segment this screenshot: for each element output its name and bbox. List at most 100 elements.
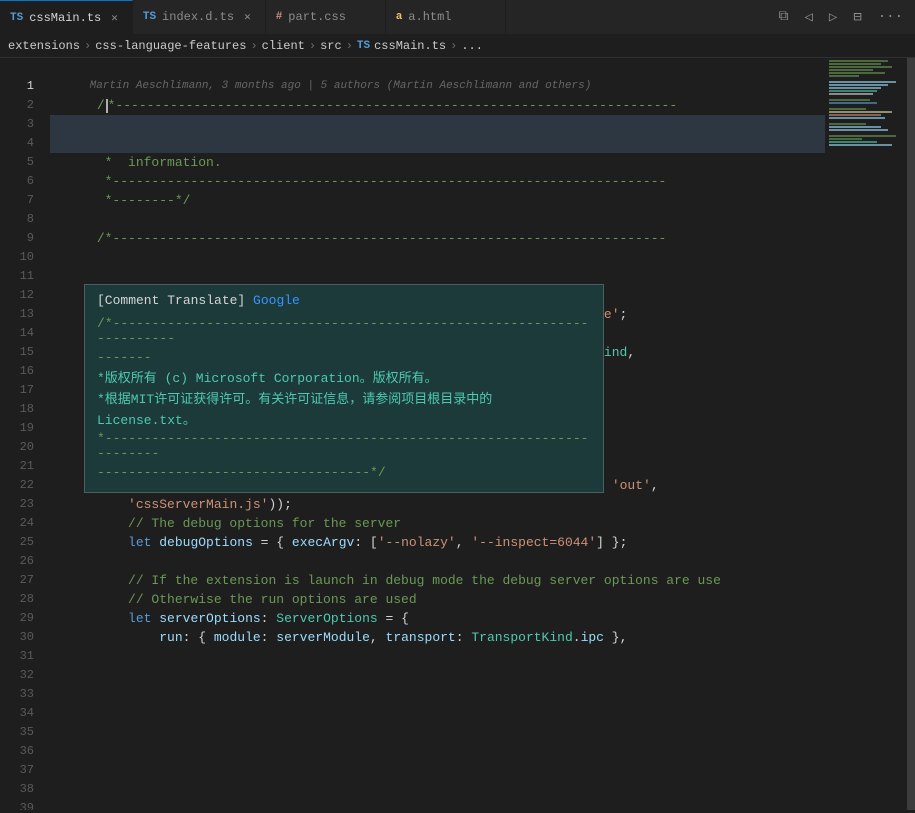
minimap-content — [825, 58, 907, 810]
breadcrumb-src[interactable]: src — [320, 39, 342, 53]
breadcrumb-client[interactable]: client — [262, 39, 305, 53]
line-38: 38 — [0, 780, 34, 799]
line-15: 15 — [0, 343, 34, 362]
colon-29b: : — [261, 630, 277, 645]
breadcrumb-sep-2: › — [250, 39, 257, 53]
translation-popup: [Comment Translate] Google /*-----------… — [84, 284, 604, 493]
line-10: 10 — [0, 248, 34, 267]
code-line-4: * information. — [50, 134, 825, 153]
prop-run: run — [159, 630, 182, 645]
code-line-5: *---------------------------------------… — [50, 153, 825, 172]
line-6: 6 — [0, 172, 34, 191]
tab-bar: TS cssMain.ts ✕ TS index.d.ts ✕ # part.c… — [0, 0, 915, 35]
breadcrumb-extensions[interactable]: extensions — [8, 39, 80, 53]
line-3: 3 — [0, 115, 34, 134]
line-20: 20 — [0, 438, 34, 457]
breadcrumb-sep-1: › — [84, 39, 91, 53]
tab-partCss[interactable]: # part.css — [266, 0, 386, 34]
line-2: 2 — [0, 96, 34, 115]
line-33: 33 — [0, 685, 34, 704]
editor-area: 1 2 3 4 5 6 7 8 9 10 11 12 13 14 15 16 1… — [0, 58, 915, 810]
minimap-line-10 — [829, 87, 881, 89]
tab-indexD[interactable]: TS index.d.ts ✕ — [133, 0, 266, 34]
code-editor[interactable]: Martin Aeschlimann, 3 months ago | 5 aut… — [42, 58, 825, 810]
code-line-10 — [50, 248, 825, 267]
minimap-line-24 — [829, 129, 888, 131]
minimap-line-19 — [829, 114, 881, 116]
breadcrumb-symbol[interactable]: ... — [461, 39, 483, 53]
breadcrumb-sep-3: › — [309, 39, 316, 53]
line-16: 16 — [0, 362, 34, 381]
popup-divider-1: /*--------------------------------------… — [97, 316, 591, 346]
line-num-blame — [0, 58, 34, 77]
code-line-7 — [50, 191, 825, 210]
code-line-3: * Licensed under the MIT License. See Li… — [50, 115, 825, 134]
code-line-25 — [50, 533, 825, 552]
minimap-line-28 — [829, 141, 877, 143]
colon-29c: : — [456, 630, 472, 645]
line-21: 21 — [0, 457, 34, 476]
minimap-scrollbar[interactable] — [907, 58, 915, 810]
line-1: 1 — [0, 77, 34, 96]
tab-lang-icon-indexD: TS — [143, 11, 156, 23]
popup-body-3: License.txt。 — [97, 411, 591, 432]
tab-close-indexD[interactable]: ✕ — [240, 8, 255, 26]
breadcrumb-ts-icon: TS — [357, 40, 370, 52]
popup-title: [Comment Translate] — [97, 293, 245, 308]
minimap-line-4 — [829, 69, 873, 71]
close-29: }, — [604, 630, 627, 645]
line-12: 12 — [0, 286, 34, 305]
code-line-2: * Copyright (c) Microsoft Corporation. A… — [50, 96, 825, 115]
tab-aHtml[interactable]: a a.html — [386, 0, 506, 34]
tab-close-cssMain[interactable]: ✕ — [107, 9, 122, 27]
minimap-line-17 — [829, 108, 866, 110]
line-24: 24 — [0, 514, 34, 533]
tab-label-aHtml: a.html — [408, 10, 451, 24]
line-32: 32 — [0, 666, 34, 685]
minimap-line-9 — [829, 84, 888, 86]
git-blame-line: Martin Aeschlimann, 3 months ago | 5 aut… — [50, 58, 825, 77]
prop-transport-29: transport — [386, 630, 456, 645]
line-5: 5 — [0, 153, 34, 172]
nav-back-icon[interactable]: ◁ — [800, 5, 816, 30]
popup-divider-2: ------- — [97, 350, 591, 365]
code-29-indent — [97, 630, 159, 645]
line-9: 9 — [0, 229, 34, 248]
breadcrumb-sep-5: › — [450, 39, 457, 53]
line-18: 18 — [0, 400, 34, 419]
more-icon[interactable]: ··· — [874, 5, 907, 29]
minimap-line-15 — [829, 102, 877, 104]
line-14: 14 — [0, 324, 34, 343]
breadcrumb-css-language-features[interactable]: css-language-features — [95, 39, 246, 53]
minimap — [825, 58, 915, 810]
line-7: 7 — [0, 191, 34, 210]
line-17: 17 — [0, 381, 34, 400]
line-36: 36 — [0, 742, 34, 761]
popup-google-link[interactable]: Google — [253, 293, 300, 308]
line-28: 28 — [0, 590, 34, 609]
nav-forward-icon[interactable]: ▷ — [825, 5, 841, 30]
breadcrumb-sep-4: › — [346, 39, 353, 53]
tab-bar-actions: ⧉ ◁ ▷ ⊟ ··· — [766, 0, 915, 34]
line-22: 22 — [0, 476, 34, 495]
line-34: 34 — [0, 704, 34, 723]
minimap-line-27 — [829, 138, 862, 140]
line-13: 13 — [0, 305, 34, 324]
line-29: 29 — [0, 609, 34, 628]
code-line-8: /*--------------------------------------… — [50, 210, 825, 229]
minimap-line-20 — [829, 117, 885, 119]
colon-29: : { — [183, 630, 214, 645]
layout-icon[interactable]: ⊟ — [849, 5, 865, 30]
breadcrumb-filename[interactable]: cssMain.ts — [374, 39, 446, 53]
comma-29: , — [370, 630, 386, 645]
code-line-9 — [50, 229, 825, 248]
line-25: 25 — [0, 533, 34, 552]
minimap-line-12 — [829, 93, 873, 95]
minimap-line-23 — [829, 126, 881, 128]
code-line-23: // The debug options for the server — [50, 495, 825, 514]
split-editor-icon[interactable]: ⧉ — [774, 5, 792, 29]
popup-header: [Comment Translate] Google — [97, 293, 591, 308]
type-tk-29: TransportKind — [471, 630, 572, 645]
line-30: 30 — [0, 628, 34, 647]
tab-cssMain[interactable]: TS cssMain.ts ✕ — [0, 0, 133, 34]
